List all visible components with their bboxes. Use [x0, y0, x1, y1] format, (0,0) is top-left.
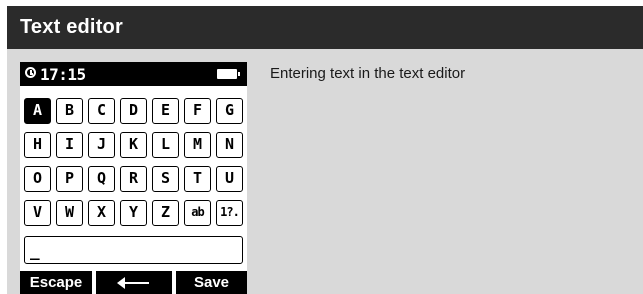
backspace-arrow-icon	[117, 277, 149, 289]
key-z[interactable]: Z	[152, 200, 179, 226]
key-b[interactable]: B	[56, 98, 83, 124]
title-bar: Text editor	[7, 6, 643, 49]
backspace-button[interactable]	[96, 271, 172, 294]
key-lowercase-toggle[interactable]: ab	[184, 200, 211, 226]
key-c[interactable]: C	[88, 98, 115, 124]
key-w[interactable]: W	[56, 200, 83, 226]
key-d[interactable]: D	[120, 98, 147, 124]
help-panel: Text editor 17:15 A B C D E F G H I J K …	[7, 6, 643, 294]
key-j[interactable]: J	[88, 132, 115, 158]
key-l[interactable]: L	[152, 132, 179, 158]
key-h[interactable]: H	[24, 132, 51, 158]
key-v[interactable]: V	[24, 200, 51, 226]
key-u[interactable]: U	[216, 166, 243, 192]
on-screen-keyboard: A B C D E F G H I J K L M N O P Q R S T …	[24, 98, 244, 227]
key-a[interactable]: A	[24, 98, 51, 124]
escape-button[interactable]: Escape	[20, 271, 92, 294]
text-input-field[interactable]: _	[24, 236, 243, 264]
status-bar: 17:15	[20, 62, 247, 86]
key-q[interactable]: Q	[88, 166, 115, 192]
key-n[interactable]: N	[216, 132, 243, 158]
key-numbers-symbols-toggle[interactable]: 1?.	[216, 200, 243, 226]
key-k[interactable]: K	[120, 132, 147, 158]
window-title: Text editor	[20, 16, 123, 38]
key-o[interactable]: O	[24, 166, 51, 192]
key-i[interactable]: I	[56, 132, 83, 158]
status-time: 17:15	[40, 65, 86, 84]
key-y[interactable]: Y	[120, 200, 147, 226]
device-screen: 17:15 A B C D E F G H I J K L M N O P Q …	[20, 62, 247, 294]
battery-icon	[217, 69, 240, 79]
key-e[interactable]: E	[152, 98, 179, 124]
description-text: Entering text in the text editor	[270, 65, 466, 82]
save-button[interactable]: Save	[176, 271, 247, 294]
key-p[interactable]: P	[56, 166, 83, 192]
key-r[interactable]: R	[120, 166, 147, 192]
key-x[interactable]: X	[88, 200, 115, 226]
clock-icon	[25, 67, 36, 78]
softkey-bar: Escape Save	[20, 271, 247, 294]
text-input-value: _	[30, 241, 40, 260]
key-t[interactable]: T	[184, 166, 211, 192]
key-s[interactable]: S	[152, 166, 179, 192]
key-m[interactable]: M	[184, 132, 211, 158]
key-f[interactable]: F	[184, 98, 211, 124]
key-g[interactable]: G	[216, 98, 243, 124]
